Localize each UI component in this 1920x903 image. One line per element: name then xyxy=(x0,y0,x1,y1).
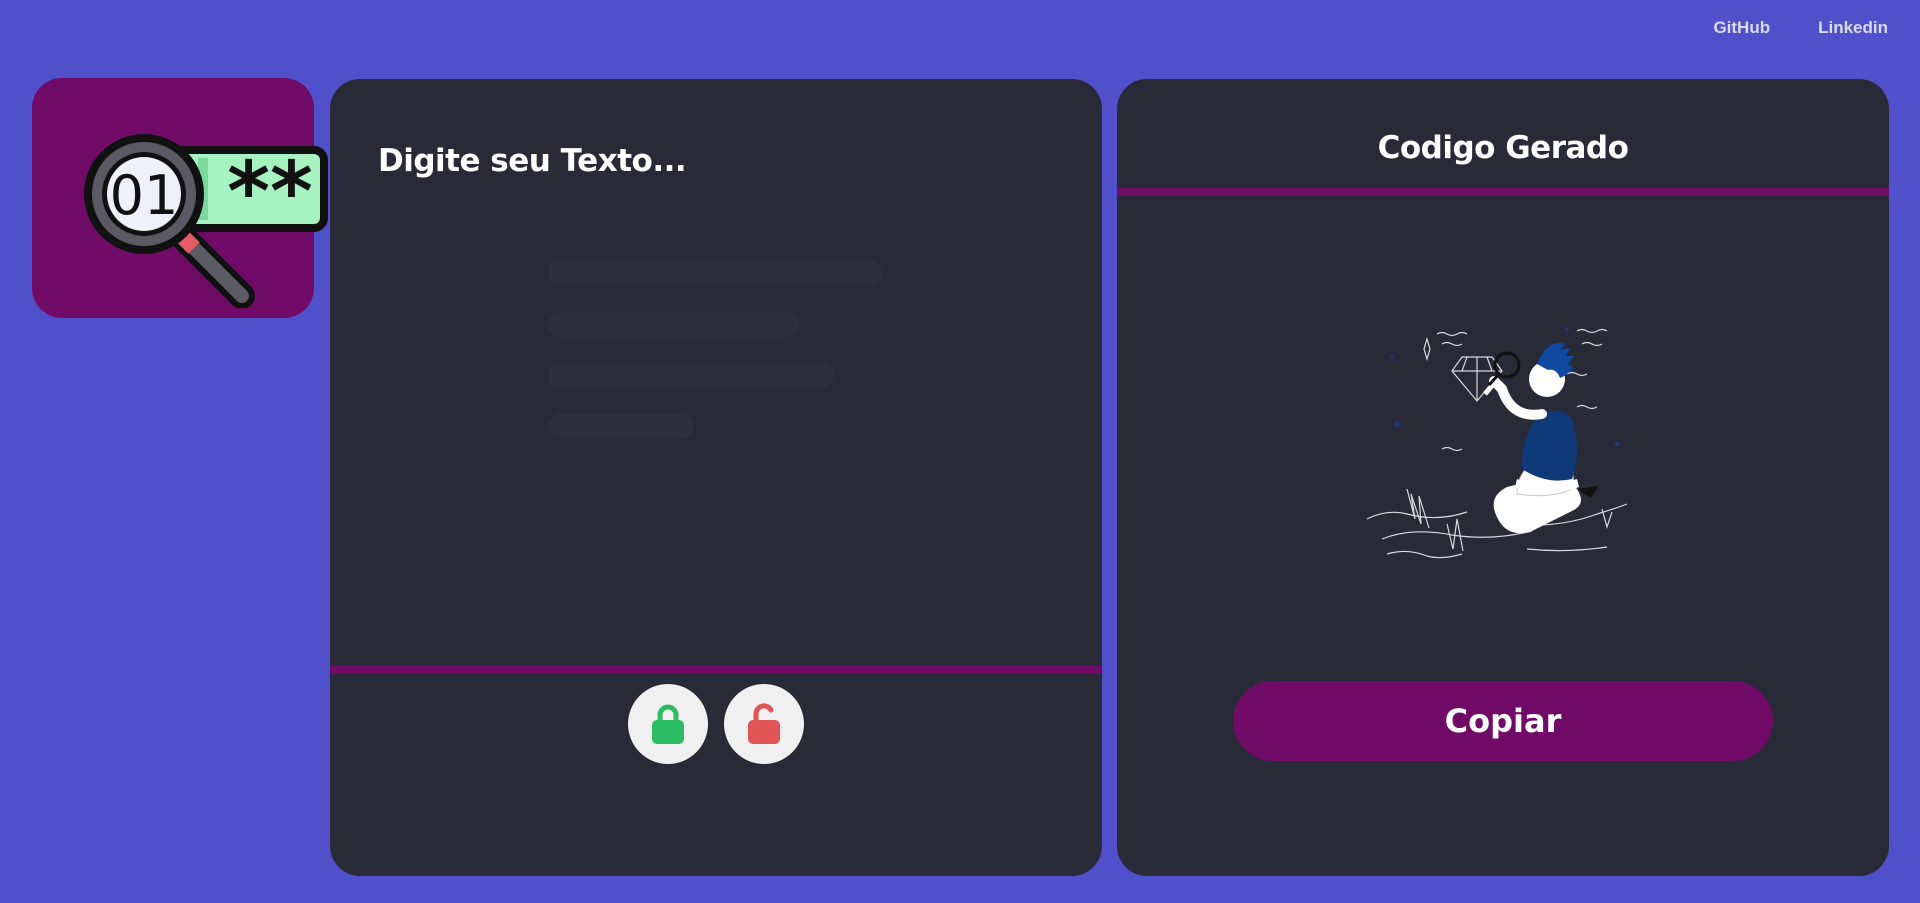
logo-card: ** 01 xyxy=(32,78,328,318)
lock-closed-icon xyxy=(652,704,684,744)
logo-digits-text: 01 xyxy=(110,164,179,227)
github-link[interactable]: GitHub xyxy=(1713,18,1770,38)
input-panel: Digite seu Texto... xyxy=(330,79,1102,876)
copy-button[interactable]: Copiar xyxy=(1233,681,1773,761)
divider xyxy=(330,666,1102,674)
password-search-logo-icon: ** 01 xyxy=(84,134,328,308)
person-magnifying-diamond-illustration xyxy=(1367,327,1628,559)
divider xyxy=(1117,188,1889,196)
input-title: Digite seu Texto... xyxy=(378,143,687,179)
output-title: Codigo Gerado xyxy=(1377,130,1629,166)
decrypt-button[interactable] xyxy=(724,684,804,764)
lock-open-icon xyxy=(748,703,780,744)
top-nav: GitHub Linkedin xyxy=(1713,18,1888,38)
output-panel: Codigo Gerado Copiar xyxy=(1117,79,1889,876)
text-input[interactable] xyxy=(378,219,1058,583)
logo-masked-text: ** xyxy=(227,145,313,240)
encrypt-button[interactable] xyxy=(628,684,708,764)
linkedin-link[interactable]: Linkedin xyxy=(1818,18,1888,38)
